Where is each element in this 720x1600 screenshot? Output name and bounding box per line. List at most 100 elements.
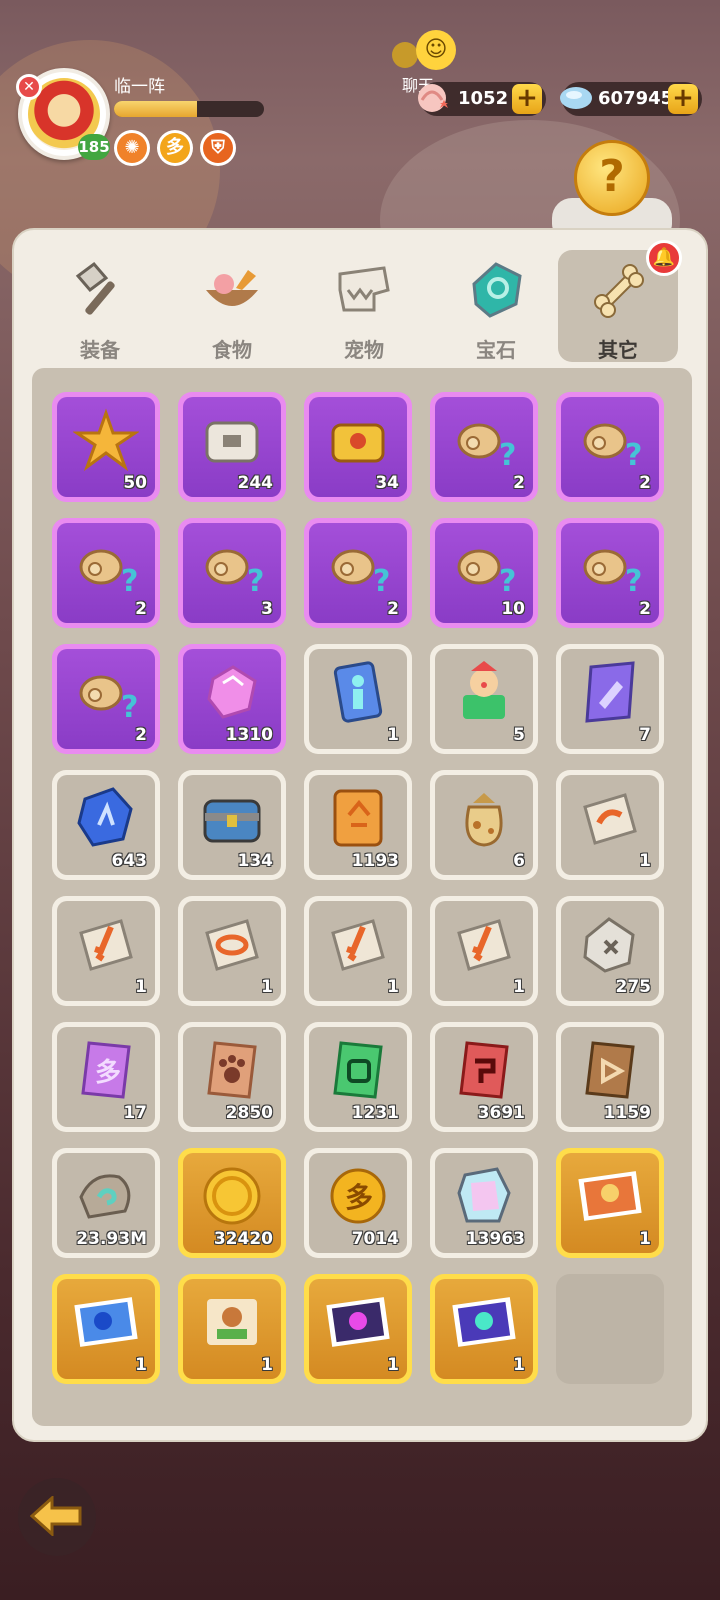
inventory-slot[interactable]: 多 7014	[304, 1148, 412, 1258]
inventory-slot[interactable]: 244	[178, 392, 286, 502]
inventory-slot[interactable]: 32420	[178, 1148, 286, 1258]
item-count: 23.93M	[76, 1229, 147, 1249]
inventory-slot[interactable]: 1310	[178, 644, 286, 754]
item-count: 2	[513, 473, 525, 493]
item-count: 34	[375, 473, 399, 493]
inventory-slot[interactable]: 13963	[430, 1148, 538, 1258]
hammer-icon	[75, 261, 115, 315]
orange-gear-icon[interactable]: ✺	[114, 130, 150, 166]
sword-tablet-icon	[79, 919, 133, 971]
add-shell-button[interactable]: +	[512, 84, 542, 114]
tab-pets[interactable]: 宠物	[304, 250, 424, 362]
inventory-slot[interactable]: 1	[304, 644, 412, 754]
item-count: 7	[639, 725, 651, 745]
inventory-slot[interactable]: 7	[556, 644, 664, 754]
back-arrow-icon	[30, 1496, 82, 1536]
inventory-slot[interactable]: 1	[52, 896, 160, 1006]
horn-tablet-icon	[583, 793, 637, 845]
inventory-slot[interactable]: 多 17	[52, 1022, 160, 1132]
loot-sack-icon	[465, 793, 503, 847]
inventory-slot[interactable]: ? 2	[430, 392, 538, 502]
inventory-slot[interactable]: 275	[556, 896, 664, 1006]
shell-currency: 1052 +	[418, 82, 546, 116]
item-count: 3	[261, 599, 273, 619]
inventory-slot[interactable]: ? 2	[556, 392, 664, 502]
bone-icon	[594, 264, 644, 318]
item-count: 275	[615, 977, 652, 997]
purple-scroll-icon	[585, 661, 635, 723]
mystery-meat-icon: ?	[583, 423, 642, 473]
svg-text:多: 多	[345, 1181, 373, 1214]
item-count: 32420	[213, 1229, 273, 1249]
inventory-slot[interactable]: 23.93M	[52, 1148, 160, 1258]
item-count: 1159	[603, 1103, 651, 1123]
shield-icon[interactable]: ⛨	[200, 130, 236, 166]
shell-amount: 1052	[458, 88, 509, 109]
inventory-slot[interactable]: 50	[52, 392, 160, 502]
item-count: 17	[123, 1103, 147, 1123]
gold-token-icon: 多	[330, 1168, 386, 1224]
inventory-slot[interactable]: 1	[556, 770, 664, 880]
inventory-slot[interactable]: 34	[304, 392, 412, 502]
inventory-slot[interactable]: ? 2	[52, 518, 160, 628]
inventory-slot[interactable]: 6	[430, 770, 538, 880]
character-card-icon	[333, 661, 383, 723]
item-count: 1193	[351, 851, 399, 871]
inventory-slot[interactable]: ? 2	[556, 518, 664, 628]
svg-text:?: ?	[373, 564, 390, 599]
gold-token-icon[interactable]: 多	[157, 130, 193, 166]
empty-slot	[556, 1274, 664, 1384]
inventory-slot[interactable]: 1	[304, 1274, 412, 1384]
svg-text:?: ?	[121, 690, 138, 725]
tab-food[interactable]: 食物	[172, 250, 292, 362]
mystery-meat-icon: ?	[457, 549, 516, 599]
item-count: 10	[501, 599, 525, 619]
inventory-slot[interactable]: ? 2	[52, 644, 160, 754]
item-count: 2	[135, 725, 147, 745]
tab-gems[interactable]: 宝石	[436, 250, 556, 362]
mystery-meat-icon: ?	[205, 549, 264, 599]
blue-rune-stone-icon	[77, 787, 133, 847]
inventory-slot[interactable]: 134	[178, 770, 286, 880]
inventory-slot[interactable]: ? 3	[178, 518, 286, 628]
stone-chest-icon	[205, 421, 259, 463]
item-count: 2	[387, 599, 399, 619]
inventory-slot[interactable]: 1	[304, 896, 412, 1006]
inventory-slot[interactable]: 1	[52, 1274, 160, 1384]
inventory-slot[interactable]: ? 10	[430, 518, 538, 628]
item-count: 134	[237, 851, 274, 871]
item-count: 1	[387, 977, 399, 997]
mystery-meat-icon: ?	[331, 549, 390, 599]
item-count: 2850	[225, 1103, 273, 1123]
inventory-slot[interactable]: 1	[556, 1148, 664, 1258]
inventory-slot[interactable]: 1159	[556, 1022, 664, 1132]
inventory-slot[interactable]: ? 2	[304, 518, 412, 628]
desert-photo-card-icon	[207, 1299, 257, 1345]
back-button[interactable]	[18, 1478, 96, 1556]
tab-equipment[interactable]: 装备	[40, 250, 160, 362]
inventory-slot[interactable]: 2850	[178, 1022, 286, 1132]
inventory-slot[interactable]: 643	[52, 770, 160, 880]
inventory-slot[interactable]: 1231	[304, 1022, 412, 1132]
item-count: 6	[513, 851, 525, 871]
blue-photo-card-icon	[452, 1297, 516, 1347]
add-diamond-button[interactable]: +	[668, 84, 698, 114]
svg-text:?: ?	[625, 438, 642, 473]
tab-other[interactable]: 其它 🔔	[558, 240, 682, 362]
inventory-slot[interactable]: 1193	[304, 770, 412, 880]
item-count: 2	[639, 473, 651, 493]
inventory-slot[interactable]: 1	[430, 1274, 538, 1384]
mystery-coin-button[interactable]: ?	[552, 140, 672, 240]
tab-label: 其它	[598, 338, 638, 362]
inventory-slot[interactable]: 3691	[430, 1022, 538, 1132]
swirl-stone-icon	[79, 1174, 131, 1219]
inventory-slot[interactable]: 5	[430, 644, 538, 754]
item-count: 1	[387, 1355, 399, 1375]
inventory-slot[interactable]: 1	[178, 896, 286, 1006]
item-count: 1	[135, 1355, 147, 1375]
item-grid: 50 244 34? 2? 2? 2? 3? 2? 10? 2? 2 1310 1 5 7 643 134 119…	[32, 368, 692, 1426]
gem-icon	[472, 262, 522, 318]
inventory-slot[interactable]: 1	[178, 1274, 286, 1384]
inventory-slot[interactable]: 1	[430, 896, 538, 1006]
item-count: 1	[639, 851, 651, 871]
